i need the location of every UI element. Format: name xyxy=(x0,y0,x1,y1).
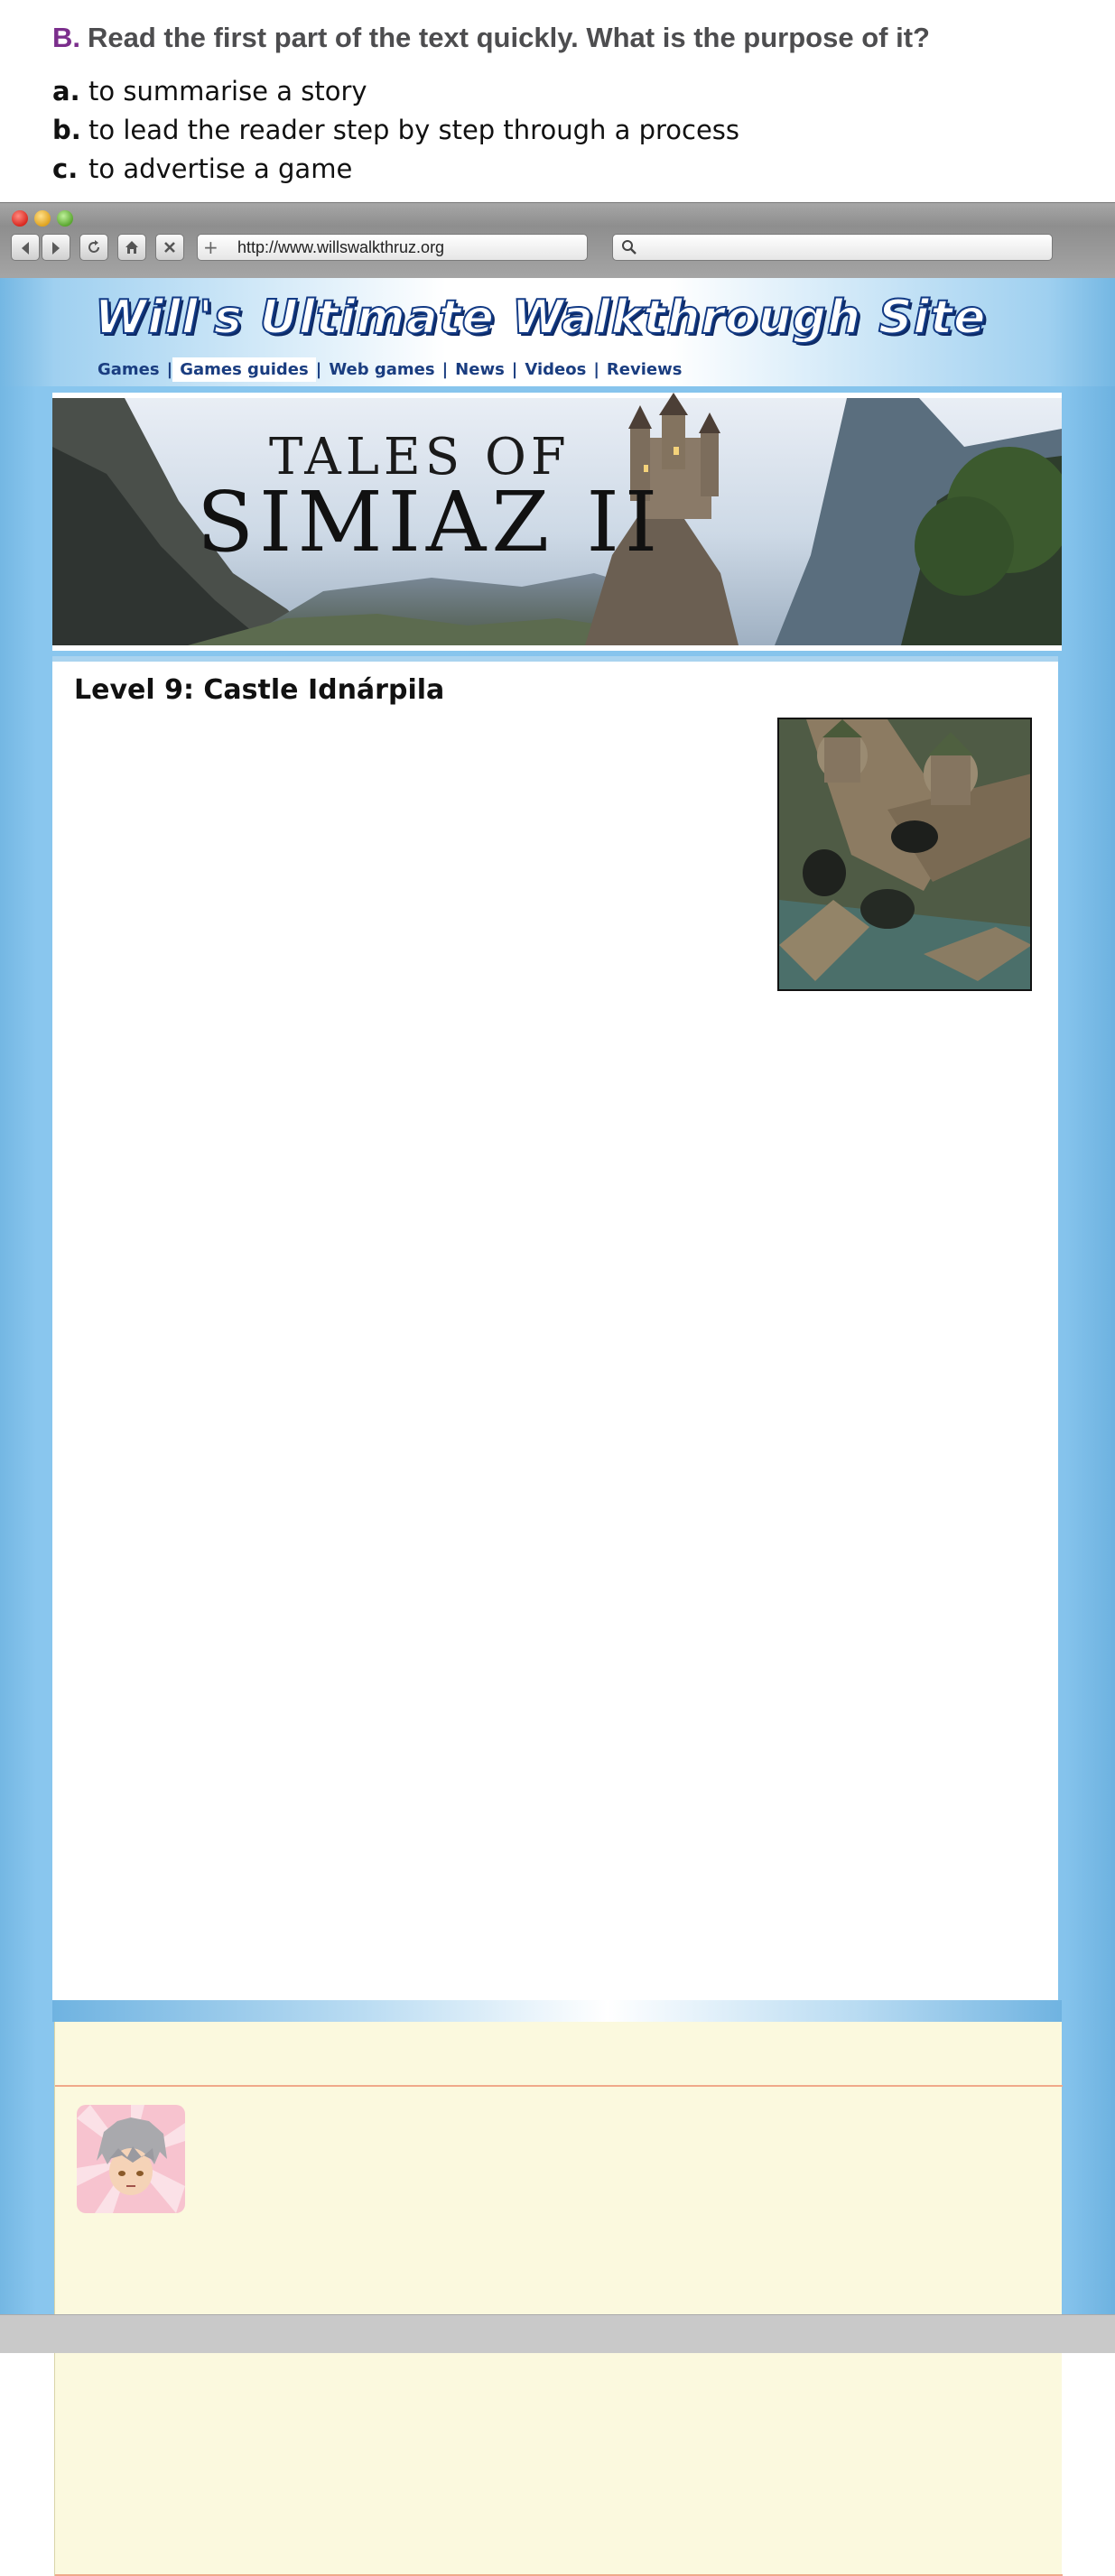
user-avatar[interactable] xyxy=(77,2105,185,2213)
exercise-question: B. Read the first part of the text quickl… xyxy=(52,22,930,54)
add-bookmark-icon[interactable]: + xyxy=(203,236,218,258)
url-text: http://www.willswalkthruz.org xyxy=(237,238,445,256)
level-title: Level 9: Castle Idnárpila xyxy=(74,674,445,706)
address-bar[interactable]: + http://www.willswalkthruz.org xyxy=(197,234,588,261)
nav-separator: | xyxy=(315,360,322,379)
nav-separator: | xyxy=(511,360,518,379)
home-button[interactable] xyxy=(117,234,146,261)
option-c: c. to advertise a game xyxy=(52,153,352,184)
browser-status-bar xyxy=(0,2314,1115,2353)
game-banner-art: TALES OF SIMIAZ II xyxy=(52,393,1062,645)
option-text: to summarise a story xyxy=(88,76,367,107)
close-icon xyxy=(164,242,175,253)
nav-games[interactable]: Games xyxy=(90,357,167,382)
browser-toolbar: + http://www.willswalkthruz.org xyxy=(0,202,1115,279)
option-letter: a. xyxy=(52,76,80,107)
section-divider xyxy=(52,2000,1062,2022)
site-header: Will's Ultimate Walkthrough Site Games | G… xyxy=(0,278,1115,386)
castle-screenshot xyxy=(777,718,1032,991)
nav-separator: | xyxy=(593,360,599,379)
nav-reviews[interactable]: Reviews xyxy=(599,357,690,382)
reload-button[interactable] xyxy=(79,234,108,261)
option-a: a. to summarise a story xyxy=(52,76,367,107)
banner-title-line2: SIMIAZ II xyxy=(197,474,663,570)
site-nav: Games | Games guides | Web games | News | Videos… xyxy=(90,357,689,382)
back-button[interactable] xyxy=(11,234,40,261)
nav-news[interactable]: News xyxy=(448,357,512,382)
nav-separator: | xyxy=(441,360,449,379)
reload-icon xyxy=(88,240,99,253)
option-letter: c. xyxy=(52,153,79,184)
home-icon xyxy=(125,241,138,254)
comments-divider-top xyxy=(55,2085,1063,2087)
stop-button[interactable] xyxy=(155,234,184,261)
question-text: Read the first part of the text quickly.… xyxy=(88,22,930,53)
maximize-window-button[interactable] xyxy=(57,210,73,227)
forward-button[interactable] xyxy=(42,234,70,261)
site-title[interactable]: Will's Ultimate Walkthrough Site xyxy=(94,290,986,346)
search-icon xyxy=(622,240,636,255)
web-page: Will's Ultimate Walkthrough Site Games | G… xyxy=(0,278,1115,2576)
nav-videos[interactable]: Videos xyxy=(517,357,593,382)
option-letter: b. xyxy=(52,115,81,145)
nav-games-guides[interactable]: Games guides xyxy=(172,357,316,382)
walkthrough-content: Level 9: Castle Idnárpila xyxy=(52,656,1058,2006)
nav-separator: | xyxy=(166,360,173,379)
option-text: to lead the reader step by step through … xyxy=(88,115,740,145)
question-letter: B. xyxy=(52,22,80,53)
option-text: to advertise a game xyxy=(88,153,353,184)
option-b: b. to lead the reader step by step throug… xyxy=(52,115,739,145)
castle-image-art xyxy=(779,719,1030,989)
game-banner: TALES OF SIMIAZ II xyxy=(52,393,1062,651)
minimize-window-button[interactable] xyxy=(34,210,51,227)
forward-arrow-icon xyxy=(52,242,60,255)
exercise-block: B. Read the first part of the text quickl… xyxy=(0,0,1115,203)
search-input[interactable] xyxy=(612,234,1053,261)
close-window-button[interactable] xyxy=(12,210,28,227)
nav-web-games[interactable]: Web games xyxy=(321,357,441,382)
avatar-face-icon xyxy=(77,2105,185,2213)
back-arrow-icon xyxy=(22,242,29,255)
comments-section xyxy=(54,2022,1063,2576)
